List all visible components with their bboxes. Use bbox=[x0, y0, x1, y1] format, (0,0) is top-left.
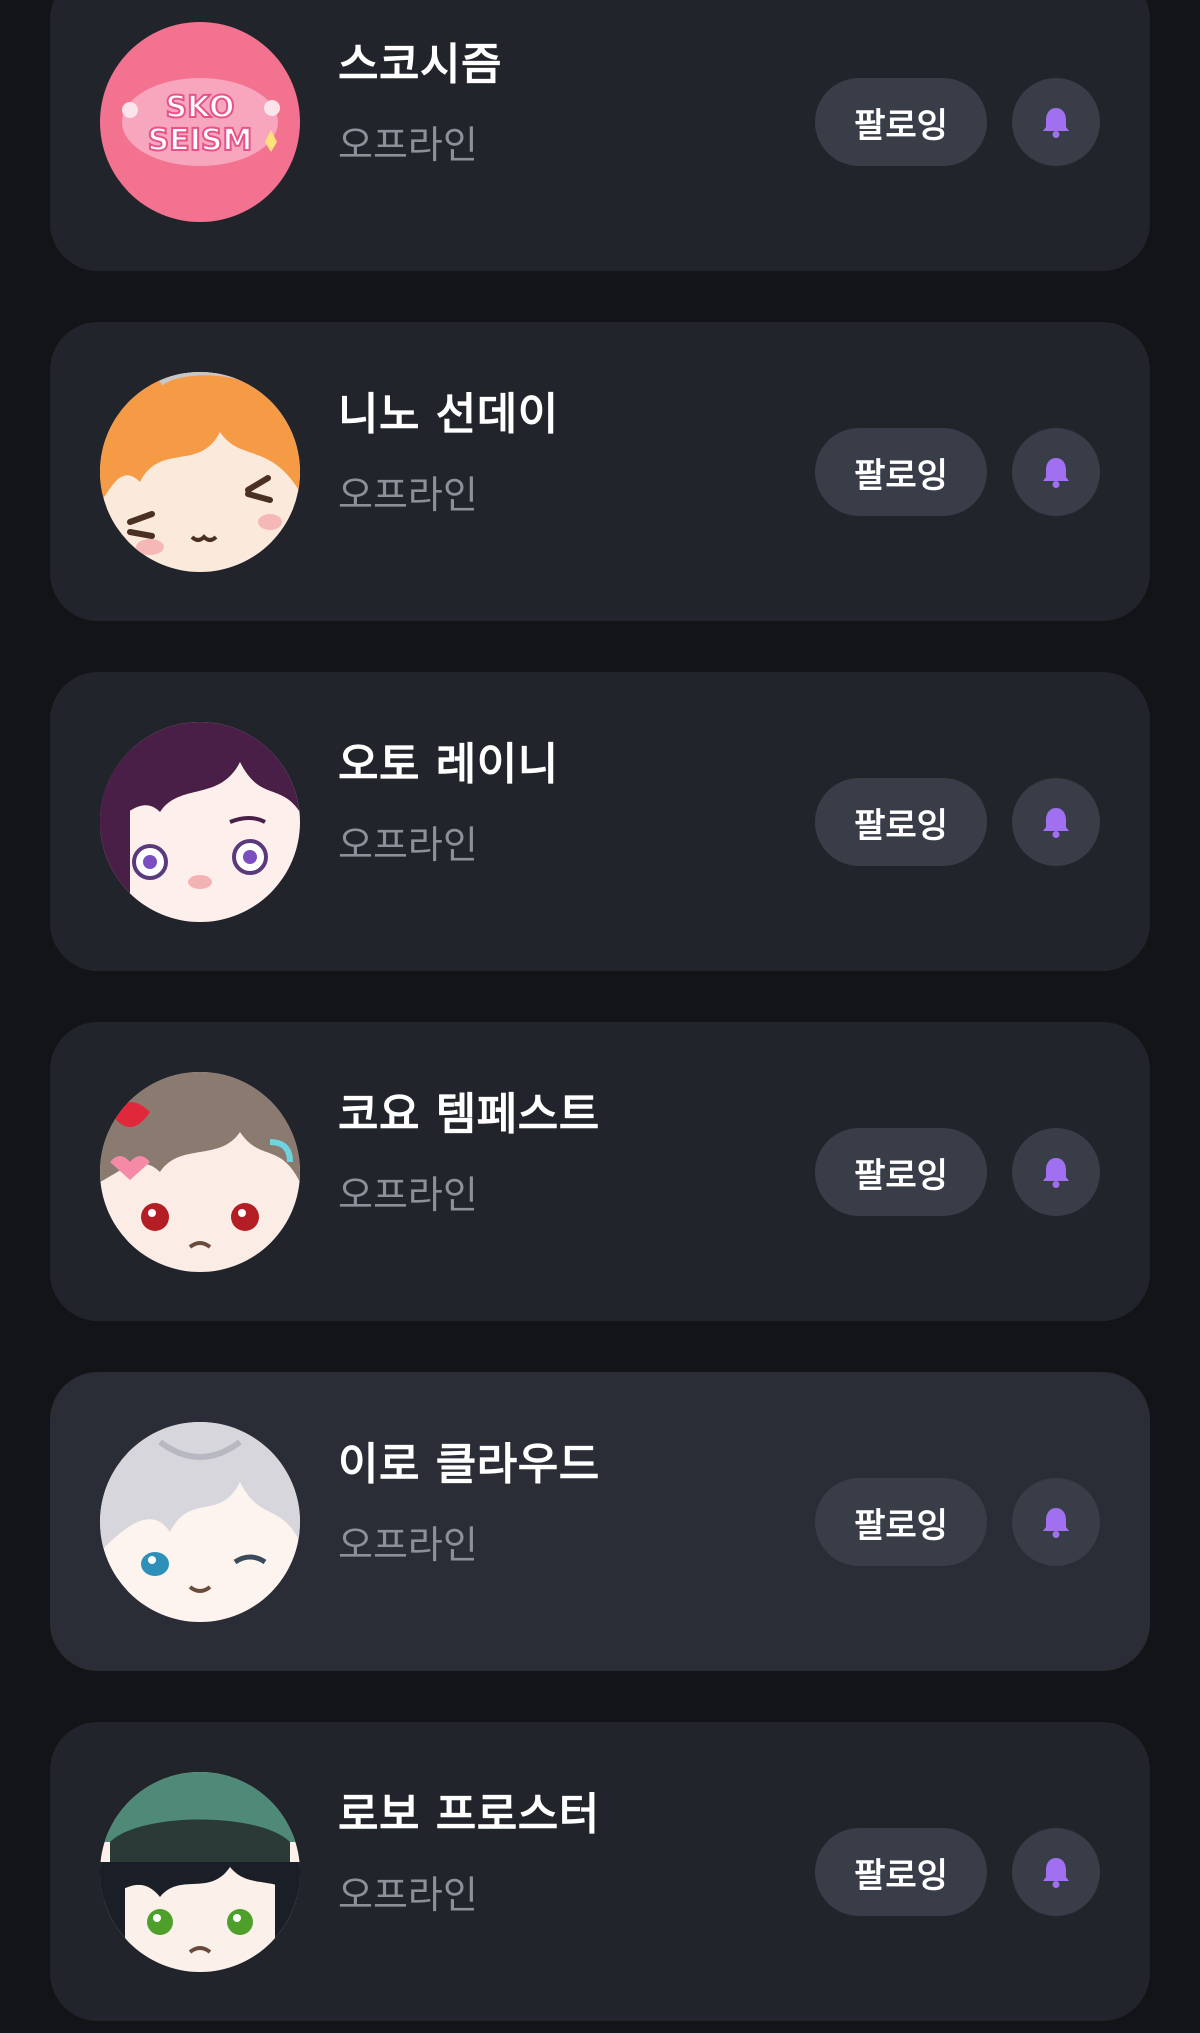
channel-card[interactable]: 로보 프로스터 오프라인 팔로잉 bbox=[50, 1722, 1150, 2021]
channel-card[interactable]: SKO SEISM 스코시즘 오프라인 팔로잉 bbox=[50, 0, 1150, 271]
channel-status: 오프라인 bbox=[338, 473, 478, 517]
following-button[interactable]: 팔로잉 bbox=[815, 78, 987, 166]
bell-icon bbox=[1043, 108, 1069, 138]
bell-icon bbox=[1043, 1158, 1069, 1188]
channel-status: 오프라인 bbox=[338, 123, 478, 167]
green-helmet-character-avatar-icon bbox=[100, 1772, 300, 1972]
purple-hair-character-avatar-icon bbox=[100, 722, 300, 922]
svg-text:SEISM: SEISM bbox=[148, 123, 253, 158]
channel-name[interactable]: 오토 레이니 bbox=[338, 728, 559, 792]
channel-status: 오프라인 bbox=[338, 1523, 478, 1567]
channel-avatar[interactable] bbox=[100, 1072, 300, 1272]
channel-avatar[interactable] bbox=[100, 1772, 300, 1972]
channel-status: 오프라인 bbox=[338, 823, 478, 867]
channel-avatar[interactable] bbox=[100, 1422, 300, 1622]
channel-status: 오프라인 bbox=[338, 1173, 478, 1217]
channel-avatar[interactable] bbox=[100, 722, 300, 922]
brown-hair-character-avatar-icon bbox=[100, 1072, 300, 1272]
notification-bell-button[interactable] bbox=[1012, 428, 1100, 516]
sko-seism-logo-avatar-icon: SKO SEISM bbox=[100, 22, 300, 222]
following-button[interactable]: 팔로잉 bbox=[815, 1828, 987, 1916]
channel-name[interactable]: 스코시즘 bbox=[338, 28, 502, 92]
channel-avatar[interactable]: SKO SEISM bbox=[100, 22, 300, 222]
bell-icon bbox=[1043, 458, 1069, 488]
following-channel-list: SKO SEISM 스코시즘 오프라인 팔로잉 니노 선데이 오프라인 팔로잉 … bbox=[0, 0, 1200, 2033]
channel-card[interactable]: 이로 클라우드 오프라인 팔로잉 bbox=[50, 1372, 1150, 1671]
channel-avatar[interactable] bbox=[100, 372, 300, 572]
following-button[interactable]: 팔로잉 bbox=[815, 778, 987, 866]
notification-bell-button[interactable] bbox=[1012, 78, 1100, 166]
bell-icon bbox=[1043, 808, 1069, 838]
notification-bell-button[interactable] bbox=[1012, 1128, 1100, 1216]
channel-name[interactable]: 이로 클라우드 bbox=[338, 1428, 600, 1492]
notification-bell-button[interactable] bbox=[1012, 1478, 1100, 1566]
orange-hair-character-avatar-icon bbox=[100, 372, 300, 572]
channel-status: 오프라인 bbox=[338, 1873, 478, 1917]
bell-icon bbox=[1043, 1508, 1069, 1538]
channel-card[interactable]: 니노 선데이 오프라인 팔로잉 bbox=[50, 322, 1150, 621]
following-button[interactable]: 팔로잉 bbox=[815, 428, 987, 516]
channel-name[interactable]: 코요 템페스트 bbox=[338, 1078, 600, 1142]
silver-hair-character-avatar-icon bbox=[100, 1422, 300, 1622]
channel-card[interactable]: 오토 레이니 오프라인 팔로잉 bbox=[50, 672, 1150, 971]
channel-name[interactable]: 로보 프로스터 bbox=[338, 1778, 600, 1842]
following-button[interactable]: 팔로잉 bbox=[815, 1478, 987, 1566]
notification-bell-button[interactable] bbox=[1012, 1828, 1100, 1916]
channel-card[interactable]: 코요 템페스트 오프라인 팔로잉 bbox=[50, 1022, 1150, 1321]
bell-icon bbox=[1043, 1858, 1069, 1888]
notification-bell-button[interactable] bbox=[1012, 778, 1100, 866]
svg-text:SKO: SKO bbox=[165, 90, 234, 125]
following-button[interactable]: 팔로잉 bbox=[815, 1128, 987, 1216]
channel-name[interactable]: 니노 선데이 bbox=[338, 378, 559, 442]
